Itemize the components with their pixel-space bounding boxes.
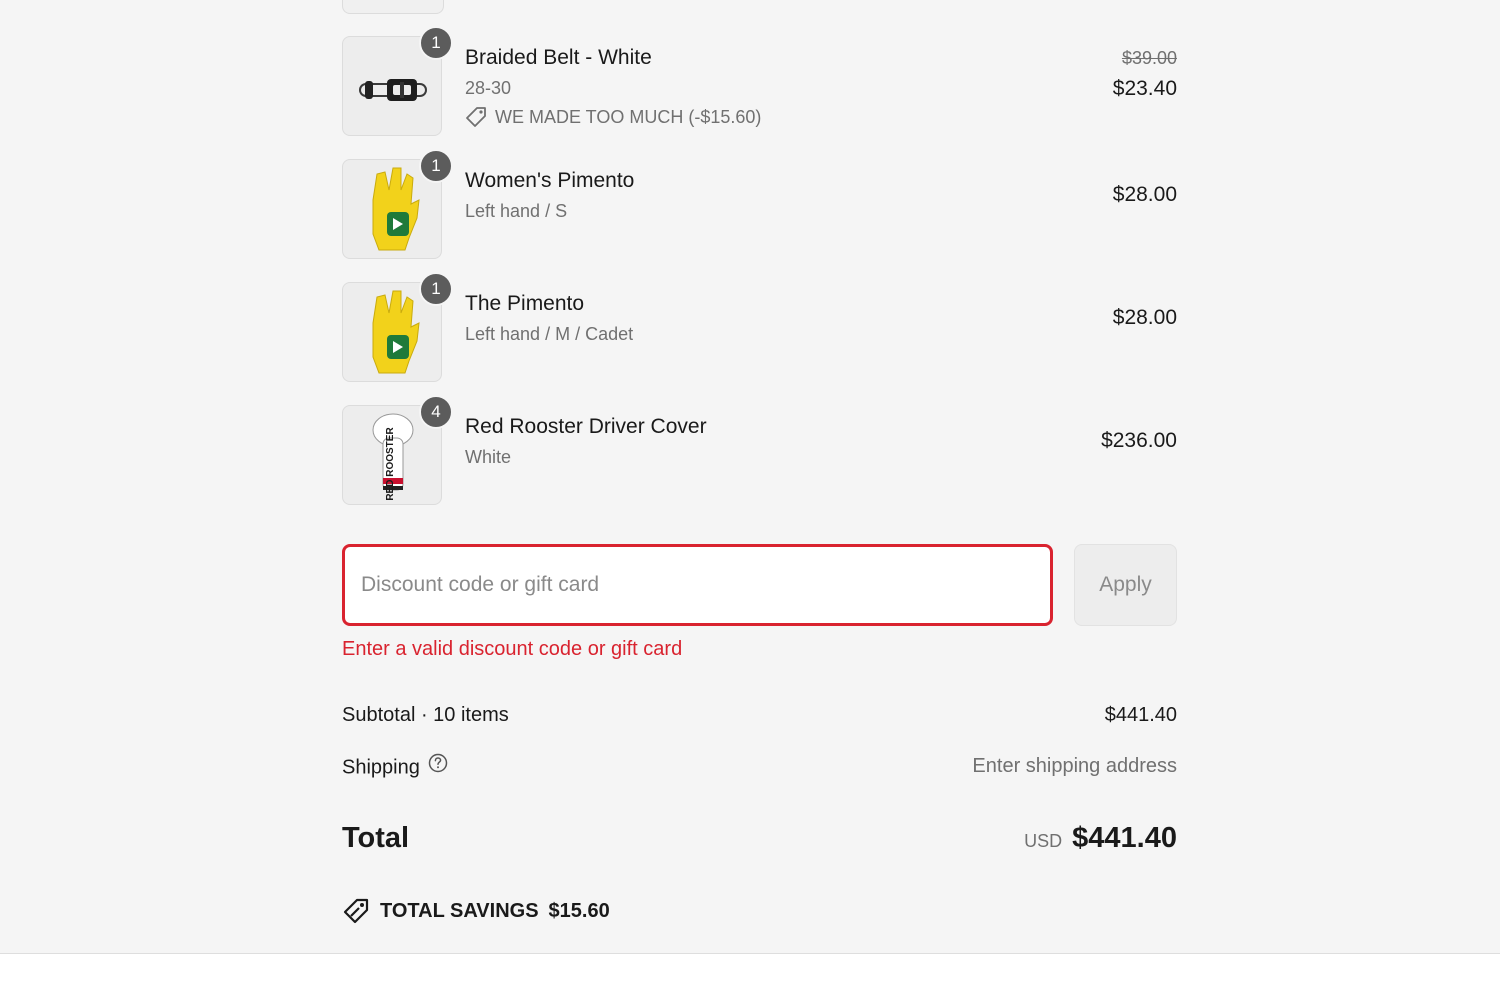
quantity-badge: 1	[419, 272, 453, 306]
page-footer	[0, 954, 1500, 985]
line-item: 1 Women's Pimento Left hand / S $28.00	[342, 149, 1177, 261]
total-amount: $441.40	[1072, 822, 1177, 854]
help-icon[interactable]	[428, 753, 448, 779]
total-savings: TOTAL SAVINGS $15.60	[342, 897, 610, 925]
product-variant: Left hand / S	[465, 201, 568, 221]
subtotal-row: Subtotal · 10 items $441.40	[342, 704, 1177, 727]
product-variant: Left hand / M / Cadet	[465, 324, 634, 344]
shipping-row: Shipping Enter shipping address	[342, 753, 1177, 781]
headcover-brand-text: RED ROOSTER	[385, 427, 396, 501]
product-name: The Pimento	[465, 292, 585, 315]
savings-value: $15.60	[548, 899, 610, 922]
discount-code-input[interactable]	[342, 544, 1053, 626]
product-name: Braided Belt - White	[465, 46, 652, 69]
quantity-badge: 1	[419, 149, 453, 183]
item-discount: WE MADE TOO MUCH (-$15.60)	[465, 106, 761, 128]
product-price: $28.00	[1112, 183, 1177, 206]
discount-form: Apply	[342, 544, 1177, 626]
product-price: $236.00	[1101, 429, 1177, 452]
product-variant: White	[465, 447, 512, 467]
subtotal-value: $441.40	[1104, 704, 1177, 726]
apply-discount-button[interactable]: Apply	[1074, 544, 1177, 626]
total-value-group: USD $441.40	[1024, 822, 1177, 855]
product-price: $28.00	[1112, 306, 1177, 329]
item-discount-label: WE MADE TOO MUCH (-$15.60)	[495, 106, 762, 127]
line-item: 1 Braided Belt - White 28-30 WE MADE TOO…	[342, 26, 1177, 138]
subtotal-label: Subtotal · 10 items	[342, 704, 509, 726]
total-label: Total	[342, 822, 410, 854]
previous-item-thumbnail	[342, 0, 444, 14]
product-variant: 28-30	[465, 78, 512, 98]
discount-error-message: Enter a valid discount code or gift card	[342, 638, 683, 660]
product-name: Women's Pimento	[465, 169, 635, 192]
savings-label: TOTAL SAVINGS	[380, 899, 539, 922]
line-item: 1 The Pimento Left hand / M / Cadet $28.…	[342, 272, 1177, 384]
line-item: RED ROOSTER 4 Red Rooster Driver Cover W…	[342, 395, 1177, 507]
quantity-badge: 4	[419, 395, 453, 429]
product-name: Red Rooster Driver Cover	[465, 415, 707, 438]
product-price: $23.40	[1112, 77, 1177, 100]
shipping-label: Shipping	[342, 756, 420, 779]
shipping-value: Enter shipping address	[972, 755, 1177, 777]
total-currency: USD	[1024, 831, 1063, 851]
quantity-badge: 1	[419, 26, 453, 60]
tag-icon	[466, 107, 486, 127]
original-price: $39.00	[1121, 48, 1177, 68]
savings-tag-icon	[343, 898, 369, 924]
